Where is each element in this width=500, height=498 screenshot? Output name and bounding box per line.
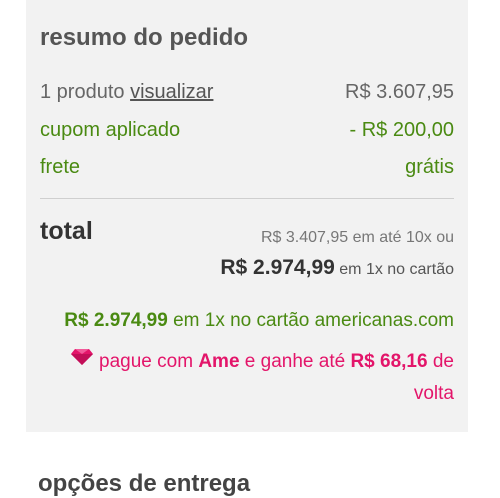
coupon-label: cupom aplicado (40, 119, 181, 141)
order-summary-card: resumo do pedido 1 produto visualizar R$… (26, 0, 468, 432)
shipping-value: grátis (405, 156, 454, 178)
total-label: total (40, 217, 93, 245)
divider (40, 198, 454, 199)
ame-brand: Ame (198, 351, 240, 373)
promo-amount: R$ 2.974,99 (64, 310, 168, 331)
products-label: 1 produto visualizar (40, 81, 213, 104)
ame-cashback-amount: R$ 68,16 (350, 351, 428, 373)
products-count: 1 produto (40, 81, 125, 103)
cash-amount: R$ 2.974,99 (220, 256, 335, 279)
ame-cashback-line: pague com Ame e ganhe até R$ 68,16 de vo… (34, 346, 454, 410)
cash-condition: em 1x no cartão (339, 261, 454, 278)
view-products-link[interactable]: visualizar (130, 81, 213, 103)
card-promo-line: R$ 2.974,99 em 1x no cartão americanas.c… (64, 310, 454, 332)
promo-text: em 1x no cartão americanas.com (173, 310, 454, 331)
summary-title: resumo do pedido (40, 24, 249, 51)
coupon-value: - R$ 200,00 (349, 119, 454, 141)
ame-text-middle: e ganhe até (244, 351, 346, 373)
shipping-label: frete (40, 156, 81, 178)
products-price: R$ 3.607,95 (345, 81, 454, 103)
installments-text: R$ 3.407,95 em até 10x ou (260, 229, 454, 246)
ame-gem-icon (71, 344, 94, 376)
delivery-options-title: opções de entrega (38, 470, 251, 497)
cash-price-line: R$ 2.974,99 em 1x no cartão (220, 256, 454, 280)
ame-text-before: pague com (99, 351, 194, 373)
